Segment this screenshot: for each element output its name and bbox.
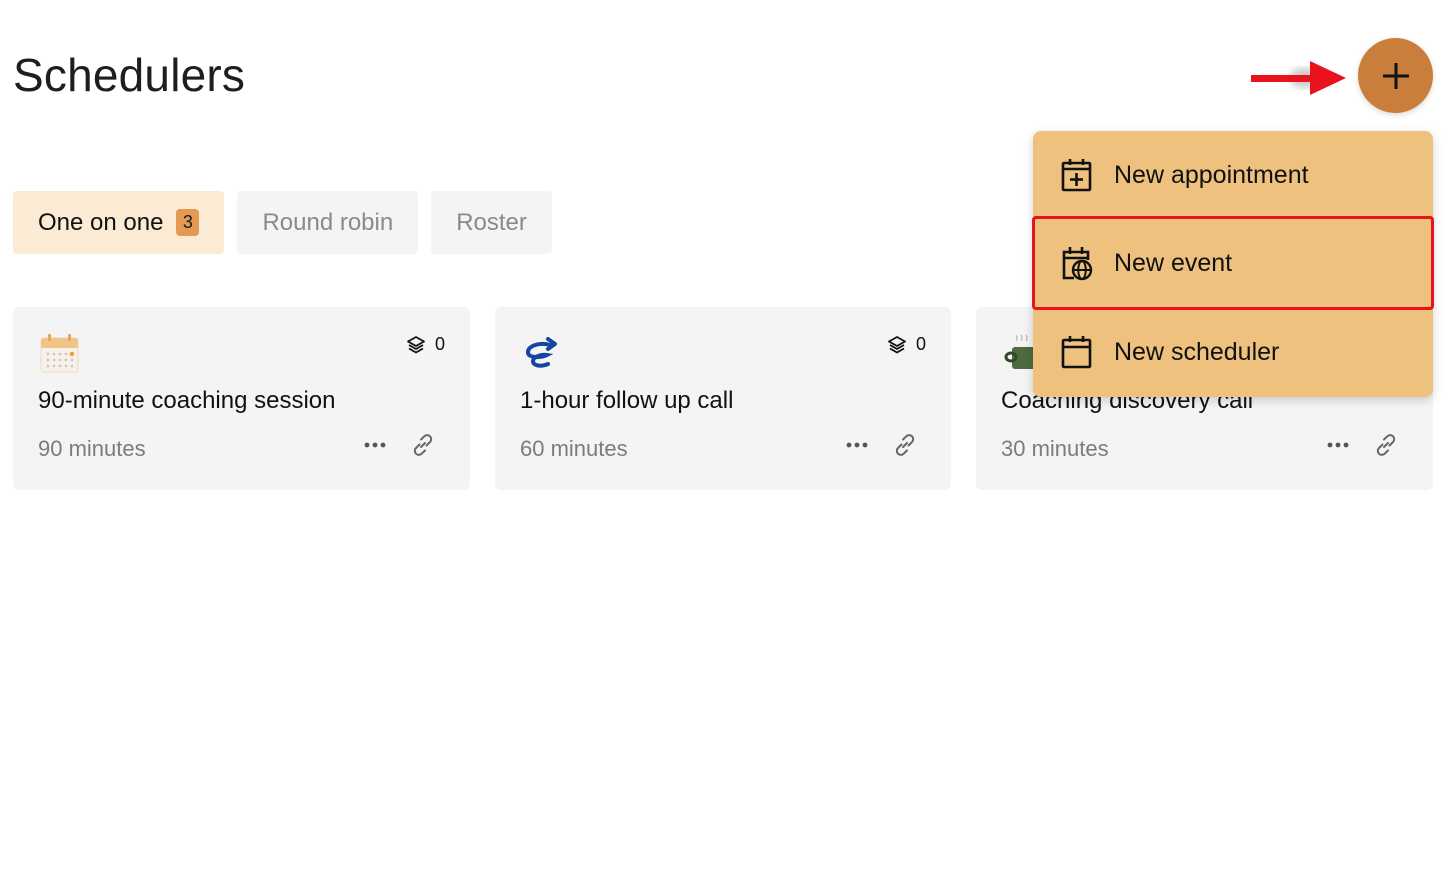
menu-item-new-scheduler[interactable]: New scheduler xyxy=(1033,308,1433,396)
tab-round-robin[interactable]: Round robin xyxy=(237,191,419,254)
copy-link-icon[interactable] xyxy=(1372,431,1400,459)
scheduler-type-tabs: One on one 3 Round robin Roster xyxy=(13,191,552,254)
tab-roster[interactable]: Roster xyxy=(431,191,552,254)
calendar-icon xyxy=(1061,336,1092,369)
menu-item-label: New scheduler xyxy=(1114,337,1280,366)
calendar-globe-icon xyxy=(1062,247,1093,281)
tab-label: Roster xyxy=(456,208,527,236)
copy-link-icon[interactable] xyxy=(891,431,919,459)
card-title: 1-hour follow up call xyxy=(520,387,734,414)
card-title: 90-minute coaching session xyxy=(38,387,336,414)
booking-count: 0 xyxy=(406,334,445,355)
scheduler-card[interactable]: 0 90-minute coaching session 90 minutes xyxy=(13,307,470,490)
card-duration: 30 minutes xyxy=(1001,436,1109,461)
booking-count: 0 xyxy=(887,334,926,355)
copy-link-icon[interactable] xyxy=(409,431,437,459)
annotation-arrow-icon xyxy=(1251,61,1346,95)
add-button[interactable] xyxy=(1358,38,1433,113)
calendar-icon xyxy=(40,334,79,373)
menu-item-new-event[interactable]: New event xyxy=(1032,216,1434,310)
page-title: Schedulers xyxy=(13,49,246,101)
count-badge: 3 xyxy=(176,209,200,236)
card-duration: 60 minutes xyxy=(520,436,628,461)
count-value: 0 xyxy=(434,334,445,354)
menu-item-label: New event xyxy=(1114,248,1233,277)
tab-label: One on one xyxy=(38,208,164,236)
more-options-icon[interactable] xyxy=(1326,440,1350,450)
layers-icon xyxy=(888,335,906,353)
tab-one-on-one[interactable]: One on one 3 xyxy=(13,191,225,254)
tab-label: Round robin xyxy=(262,208,394,236)
plus-icon xyxy=(1382,62,1409,89)
more-options-icon[interactable] xyxy=(845,440,869,450)
more-options-icon[interactable] xyxy=(363,440,387,450)
calendar-plus-icon xyxy=(1061,159,1092,192)
scheduler-card[interactable]: 0 1-hour follow up call 60 minutes xyxy=(495,307,951,490)
count-value: 0 xyxy=(915,334,926,354)
add-menu: New appointment New event New scheduler xyxy=(1032,131,1434,397)
card-duration: 90 minutes xyxy=(38,436,146,461)
spiral-arrow-icon xyxy=(526,337,557,368)
menu-item-label: New appointment xyxy=(1114,160,1309,189)
menu-item-new-appointment[interactable]: New appointment xyxy=(1033,131,1433,219)
layers-icon xyxy=(407,335,425,353)
